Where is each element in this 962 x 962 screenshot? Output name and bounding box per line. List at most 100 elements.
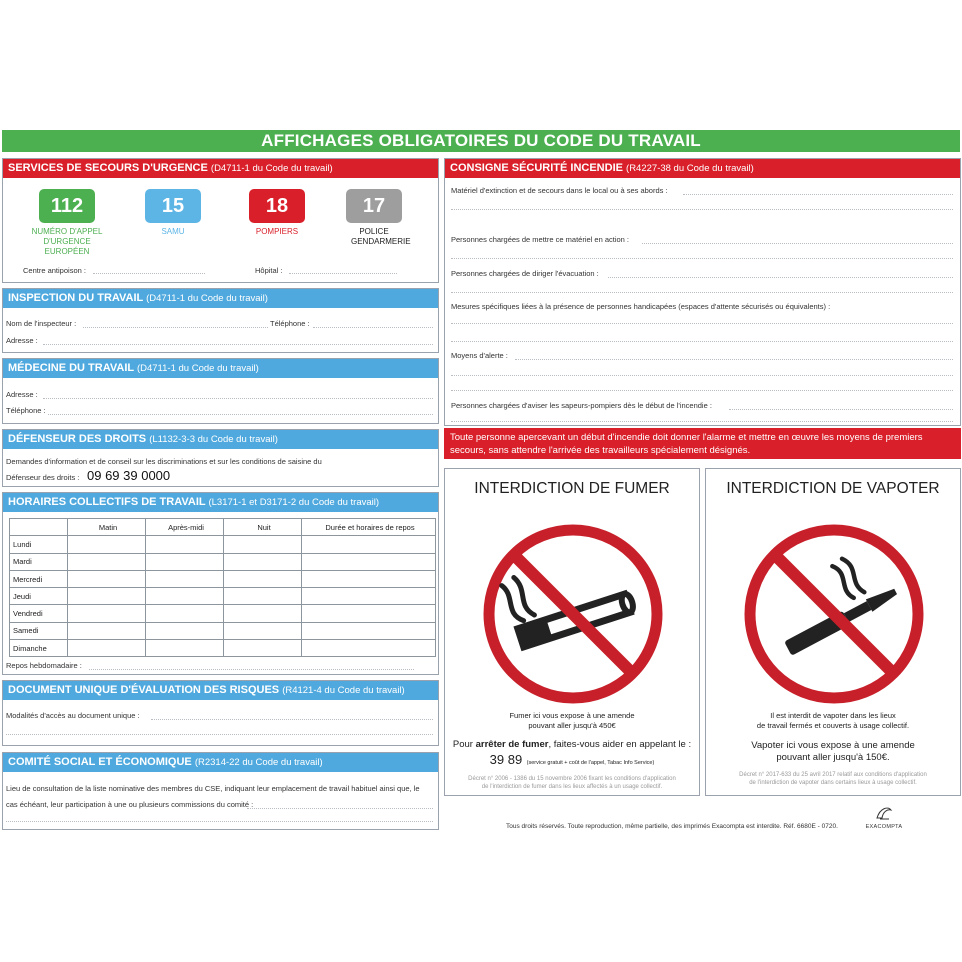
cse-panel: COMITÉ SOCIAL ET ÉCONOMIQUE (R2314-22 du… [2, 752, 439, 830]
incendie-ref: (R4227-38 du Code du travail) [626, 163, 754, 174]
table-cell[interactable] [145, 604, 224, 623]
table-cell[interactable] [301, 569, 436, 589]
emergency-number-17: 17 [346, 189, 402, 223]
inspection-adresse-field[interactable] [43, 344, 433, 345]
table-cell[interactable] [223, 569, 302, 589]
horaires-ref: (L3171-1 et D3171-2 du Code du travail) [208, 497, 380, 508]
incendie-input[interactable] [451, 292, 953, 293]
table-cell[interactable] [145, 569, 224, 589]
incendie-field-pompiers: Personnes chargées d'aviser les sapeurs-… [451, 401, 712, 410]
table-cell[interactable] [145, 552, 224, 571]
table-cell[interactable] [67, 639, 146, 658]
defenseur-panel: DÉFENSEUR DES DROITS (L1132-3-3 du Code … [2, 429, 439, 487]
incendie-input[interactable] [608, 277, 953, 278]
incendie-input[interactable] [642, 243, 953, 244]
table-cell[interactable] [67, 621, 146, 641]
emergency-label-112: NUMÉRO D'APPEL D'URGENCE EUROPÉEN [31, 227, 103, 256]
table-cell[interactable] [301, 535, 436, 554]
table-cell[interactable] [301, 587, 436, 606]
table-cell[interactable] [67, 604, 146, 623]
antipoison-field[interactable] [93, 273, 205, 274]
table-cell[interactable] [223, 621, 302, 641]
document-unique-ref: (R4121-4 du Code du travail) [282, 685, 405, 696]
cse-field-2[interactable] [6, 821, 433, 822]
incendie-field-materiel: Matériel d'extinction et de secours dans… [451, 186, 668, 195]
cse-header: COMITÉ SOCIAL ET ÉCONOMIQUE (R2314-22 du… [3, 753, 438, 772]
incendie-input[interactable] [729, 409, 953, 410]
table-cell[interactable] [67, 587, 146, 606]
column-header: Durée et horaires de repos [301, 517, 436, 537]
horaires-table: Matin Après-midi Nuit Durée et horaires … [9, 517, 436, 658]
emergency-number-112: 112 [39, 189, 95, 223]
day-label: Mercredi [9, 569, 68, 589]
table-cell[interactable] [223, 552, 302, 571]
emergency-number-15: 15 [145, 189, 201, 223]
cse-field[interactable] [247, 808, 433, 809]
medecine-header: MÉDECINE DU TRAVAIL (D4711-1 du Code du … [3, 359, 438, 378]
help-suffix: , faites-vous aider en appelant le : [548, 739, 692, 750]
horaires-panel: HORAIRES COLLECTIFS DE TRAVAIL (L3171-1 … [2, 492, 439, 675]
no-vaping-title: INTERDICTION DE VAPOTER [726, 480, 940, 497]
table-cell[interactable] [145, 587, 224, 606]
no-vaping-panel: INTERDICTION DE VAPOTER Il est interdit … [705, 468, 961, 796]
cse-title: COMITÉ SOCIAL ET ÉCONOMIQUE [8, 756, 192, 768]
day-label: Dimanche [9, 639, 68, 658]
no-smoking-decree-2: de l'interdiction de fumer dans les lieu… [481, 784, 663, 790]
table-cell[interactable] [145, 535, 224, 554]
table-cell[interactable] [67, 535, 146, 554]
table-cell[interactable] [145, 621, 224, 641]
day-label: Vendredi [9, 604, 68, 623]
no-smoking-phone-row: 39 89 (service gratuit + coût de l'appel… [445, 751, 699, 769]
incendie-input[interactable] [451, 375, 953, 376]
document-unique-header: DOCUMENT UNIQUE D'ÉVALUATION DES RISQUES… [3, 681, 438, 700]
table-cell[interactable] [145, 639, 224, 658]
incendie-input[interactable] [451, 390, 953, 391]
inspection-adresse-label: Adresse : [6, 336, 38, 345]
medecine-adresse-field[interactable] [43, 398, 433, 399]
inspection-telephone-field[interactable] [313, 327, 433, 328]
incendie-title: CONSIGNE SÉCURITÉ INCENDIE [450, 162, 623, 174]
modalites-field[interactable] [151, 719, 433, 720]
emergency-services-ref: (D4711-1 du Code du travail) [210, 163, 333, 174]
modalites-field-2[interactable] [6, 734, 433, 735]
no-smoking-decree-1: Décret n° 2006 - 1386 du 15 novembre 200… [468, 776, 676, 782]
cse-ref: (R2314-22 du Code du travail) [194, 757, 323, 768]
incendie-input[interactable] [451, 258, 953, 259]
table-row: Mercredi [9, 569, 436, 589]
table-cell[interactable] [67, 552, 146, 571]
table-cell[interactable] [301, 621, 436, 641]
medecine-telephone-field[interactable] [48, 414, 433, 415]
incendie-input[interactable] [451, 323, 953, 324]
table-row: Mardi [9, 552, 436, 571]
no-smoking-help: Pour arrêter de fumer, faites-vous aider… [445, 739, 699, 750]
repos-field[interactable] [89, 669, 414, 670]
incendie-input[interactable] [683, 194, 953, 195]
table-cell[interactable] [223, 587, 302, 606]
incendie-field-alerte: Moyens d'alerte : [451, 351, 508, 360]
document-unique-panel: DOCUMENT UNIQUE D'ÉVALUATION DES RISQUES… [2, 680, 439, 746]
tabac-info-phone: 39 89 [489, 752, 523, 767]
table-row: Jeudi [9, 587, 436, 606]
incendie-input[interactable] [451, 209, 953, 210]
incendie-input[interactable] [451, 421, 953, 422]
incendie-input[interactable] [515, 359, 953, 360]
table-cell[interactable] [301, 639, 436, 658]
exacompta-logo: EXACOMPTA [862, 804, 906, 830]
hopital-field[interactable] [289, 273, 397, 274]
defenseur-ref: (L1132-3-3 du Code du travail) [149, 434, 278, 445]
table-cell[interactable] [223, 535, 302, 554]
table-cell[interactable] [223, 639, 302, 658]
inspecteur-field[interactable] [83, 327, 268, 328]
table-cell[interactable] [223, 604, 302, 623]
incendie-alert-notice: Toute personne apercevant un début d'inc… [444, 428, 961, 459]
table-row: Dimanche [9, 639, 436, 658]
table-cell[interactable] [67, 569, 146, 589]
emergency-services-header: SERVICES DE SECOURS D'URGENCE (D4711-1 d… [3, 159, 438, 178]
table-row: Vendredi [9, 604, 436, 623]
emergency-services-title: SERVICES DE SECOURS D'URGENCE [8, 162, 208, 174]
table-cell[interactable] [301, 552, 436, 571]
no-vaping-fine-2: pouvant aller jusqu'à 150€. [776, 752, 890, 763]
incendie-input[interactable] [451, 341, 953, 342]
table-cell[interactable] [301, 604, 436, 623]
inspection-header: INSPECTION DU TRAVAIL (D4711-1 du Code d… [3, 289, 438, 308]
